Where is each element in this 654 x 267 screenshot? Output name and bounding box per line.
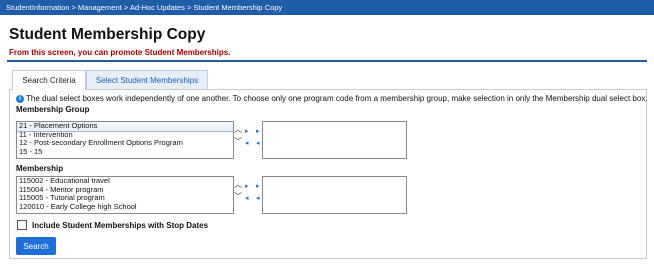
move-all-right-icon[interactable]: ▸	[256, 128, 260, 135]
move-right-icon[interactable]: ▸	[245, 128, 249, 135]
include-stop-dates-checkbox[interactable]	[17, 220, 27, 230]
membership-label: Membership	[16, 164, 64, 173]
move-left-icon[interactable]: ◂	[245, 195, 249, 202]
page-title: Student Membership Copy	[9, 26, 206, 43]
membership-arrows: ︿ ﹀ ▸ ▸ ◂ ◂	[234, 179, 262, 209]
membership-group-label: Membership Group	[16, 105, 90, 114]
search-button[interactable]: Search	[16, 237, 56, 255]
search-criteria-panel	[9, 89, 647, 259]
membership-selected-list[interactable]	[262, 176, 407, 214]
info-message: i The dual select boxes work independentl…	[16, 94, 648, 103]
tab-select-student-memberships[interactable]: Select Student Memberships	[86, 70, 208, 90]
title-divider	[7, 60, 647, 62]
list-item[interactable]: 15 - 15	[17, 147, 233, 157]
info-text: The dual select boxes work independently…	[26, 94, 648, 103]
page-subtitle: From this screen, you can promote Studen…	[9, 48, 231, 57]
move-all-left-icon[interactable]: ◂	[256, 195, 260, 202]
move-left-icon[interactable]: ◂	[245, 140, 249, 147]
membership-group-selected-list[interactable]	[262, 121, 407, 159]
scroll-up-icon[interactable]: ︿	[234, 181, 242, 189]
move-right-icon[interactable]: ▸	[245, 183, 249, 190]
info-icon: i	[16, 94, 24, 103]
include-stop-dates-label[interactable]: Include Student Memberships with Stop Da…	[32, 221, 208, 230]
membership-group-arrows: ︿ ﹀ ▸ ▸ ◂ ◂	[234, 124, 262, 154]
membership-available-list[interactable]: 115002 - Educational travel 115004 - Men…	[16, 176, 234, 214]
scroll-down-icon[interactable]: ﹀	[234, 193, 242, 201]
breadcrumb: StudentInformation > Management > Ad-Hoc…	[0, 0, 654, 15]
list-item[interactable]: 12 - Post-secondary Enrollment Options P…	[17, 138, 233, 148]
move-all-left-icon[interactable]: ◂	[256, 140, 260, 147]
list-item[interactable]: 120010 - Early College high School	[17, 202, 233, 212]
scroll-down-icon[interactable]: ﹀	[234, 138, 242, 146]
move-all-right-icon[interactable]: ▸	[256, 183, 260, 190]
scroll-up-icon[interactable]: ︿	[234, 126, 242, 134]
membership-group-available-list[interactable]: 21 - Placement Options 11 - Intervention…	[16, 121, 234, 159]
tab-search-criteria[interactable]: Search Criteria	[12, 70, 86, 90]
